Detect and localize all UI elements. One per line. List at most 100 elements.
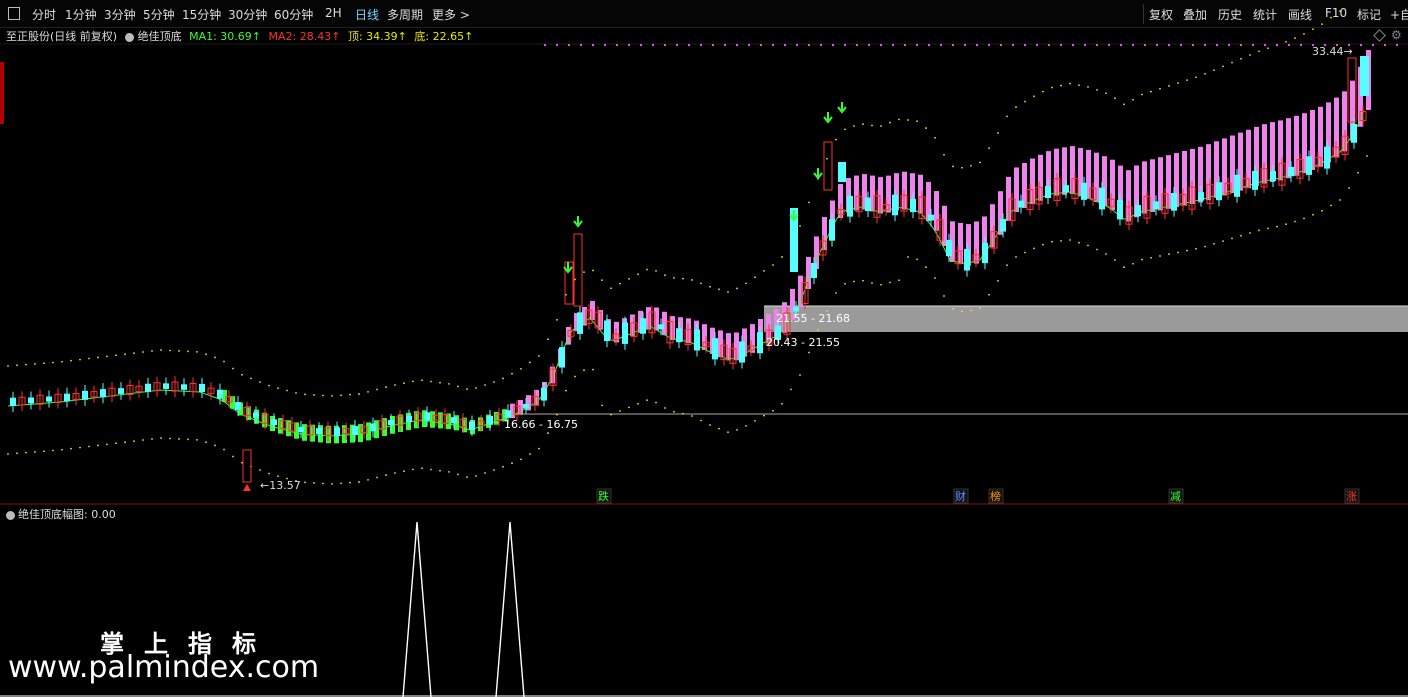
upper-channel-dot	[394, 384, 396, 386]
lower-channel-dot	[538, 447, 540, 450]
top-marker-dot	[951, 43, 955, 47]
candle-body-down	[946, 239, 952, 257]
lower-channel-dot	[313, 482, 315, 484]
upper-channel-dot	[412, 380, 414, 383]
lower-channel-dot	[115, 442, 117, 445]
top-marker-dot	[675, 43, 679, 47]
lower-channel-dot	[799, 374, 801, 376]
lower-channel-dot	[700, 419, 702, 422]
upper-channel-dot	[349, 393, 351, 396]
lower-channel-dot	[1186, 249, 1188, 252]
candle-body-down	[1216, 182, 1222, 201]
lower-channel-dot	[34, 451, 36, 453]
upper-channel-dot	[169, 349, 171, 352]
top-marker-dot	[543, 43, 547, 47]
kline-chart[interactable]: ←13.57 33.44→ 21.55 - 21.68 20.43 - 21.55 16…	[0, 0, 1408, 697]
top-marker-dot	[1143, 43, 1147, 47]
upper-channel-dot	[70, 359, 72, 362]
candle-body-down	[829, 219, 835, 241]
sell-arrow-icon	[573, 216, 583, 228]
lower-channel-dot	[1276, 225, 1278, 228]
upper-channel-dot	[16, 364, 18, 367]
lower-channel-dot	[1267, 227, 1269, 230]
upper-channel-dot	[664, 274, 666, 277]
lower-channel-dot	[97, 444, 99, 447]
top-marker-dot	[1083, 43, 1087, 47]
upper-channel-dot	[79, 358, 81, 361]
candle-body-down	[298, 426, 304, 433]
top-marker-dot	[1131, 43, 1135, 47]
upper-channel-dot	[637, 273, 639, 276]
upper-channel-dot	[880, 125, 882, 127]
lower-channel-dot	[1258, 229, 1260, 232]
candle-body-down	[28, 397, 34, 404]
top-marker-dot	[855, 43, 859, 47]
top-marker-dot	[1023, 43, 1027, 47]
upper-channel-dot	[871, 124, 873, 127]
lower-channel-dot	[1285, 223, 1287, 226]
upper-channel-dot	[493, 381, 495, 383]
lower-channel-dot	[151, 438, 153, 440]
upper-channel-dot	[988, 147, 990, 150]
sub-indicator-menu-icon[interactable]	[6, 510, 15, 520]
top-marker-dot	[963, 43, 967, 47]
lower-channel-dot	[421, 467, 423, 470]
lower-channel-dot	[862, 279, 864, 282]
upper-channel-dot	[1330, 16, 1332, 19]
upper-channel-dot	[862, 123, 864, 126]
lower-channel-dot	[349, 481, 351, 484]
lower-channel-dot	[1168, 253, 1170, 256]
candle-body-down	[793, 306, 799, 312]
upper-channel-dot	[187, 350, 189, 353]
lower-channel-dot	[1096, 248, 1098, 251]
top-marker-dot	[819, 43, 823, 47]
candle-body-down	[505, 410, 511, 418]
lower-channel-dot	[1159, 255, 1161, 257]
top-marker-dot	[1215, 43, 1219, 47]
upper-channel-dot	[1033, 95, 1035, 98]
lower-channel-dot	[1087, 244, 1089, 247]
upper-channel-dot	[1042, 90, 1044, 93]
lower-channel-dot	[970, 309, 972, 312]
upper-channel-dot	[421, 379, 423, 382]
lower-channel-dot	[1366, 155, 1368, 157]
lower-channel-dot	[1042, 243, 1044, 246]
lower-channel-dot	[997, 279, 999, 282]
top-marker-dot	[603, 43, 607, 47]
candle-body-down	[145, 383, 151, 392]
candle-body-down	[370, 423, 376, 432]
lower-channel-dot	[565, 389, 567, 392]
lower-channel-dot	[1123, 266, 1125, 269]
indicator-name[interactable]: 绝佳顶底	[138, 30, 182, 43]
lower-channel-dot	[475, 475, 477, 477]
candle-body-down	[1045, 185, 1051, 199]
top-marker-dot	[939, 43, 943, 47]
upper-channel-dot	[736, 287, 738, 290]
lower-channel-dot	[1105, 253, 1107, 255]
lower-channel-dot	[952, 307, 954, 310]
lower-channel-dot	[232, 455, 234, 458]
top-marker-dot	[1059, 43, 1063, 47]
top-marker-dot	[807, 43, 811, 47]
candle-body-down	[964, 248, 970, 271]
ma1-value: MA1: 30.69↑	[189, 30, 262, 43]
upper-channel-dot	[763, 270, 765, 272]
sub-indicator-label[interactable]: 绝佳顶底幅图: 0.00	[6, 506, 116, 522]
upper-channel-dot	[601, 279, 603, 282]
lower-channel-dot	[691, 415, 693, 417]
candle-body-down	[118, 388, 124, 394]
upper-channel-dot	[1312, 28, 1314, 31]
range-label-a: 21.55 - 21.68	[776, 312, 850, 325]
lower-channel-dot	[187, 438, 189, 441]
candle-body-down	[622, 322, 628, 344]
upper-channel-dot	[466, 388, 468, 390]
upper-channel-dot	[250, 377, 252, 380]
upper-channel-dot	[1078, 84, 1080, 87]
lower-channel-dot	[1213, 242, 1215, 245]
upper-channel-dot	[547, 338, 549, 341]
upper-channel-dot	[1303, 33, 1305, 35]
top-marker-dot	[711, 43, 715, 47]
gear-icon[interactable]: ⚙	[1391, 28, 1402, 42]
indicator-menu-icon[interactable]	[124, 32, 134, 42]
upper-channel-dot	[745, 282, 747, 285]
